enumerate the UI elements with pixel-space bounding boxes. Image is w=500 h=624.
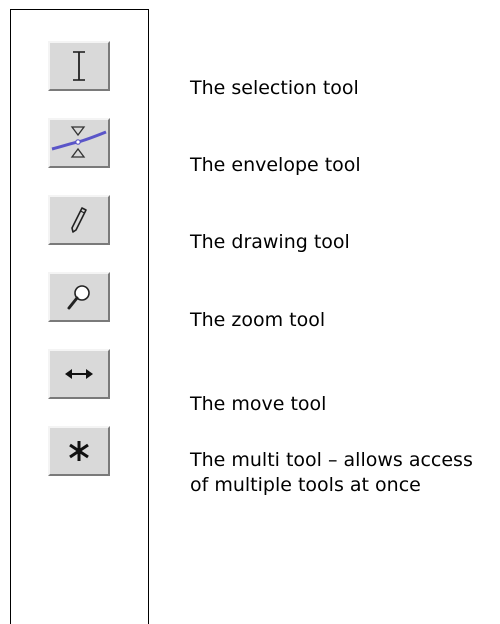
envelope-tool-button[interactable] (48, 118, 110, 168)
move-tool-button[interactable] (48, 349, 110, 399)
pencil-icon (71, 207, 87, 233)
multi-tool-button[interactable] (48, 426, 110, 476)
magnifier-icon (67, 285, 90, 310)
text-cursor-icon (73, 51, 85, 81)
toolbar-panel (10, 9, 149, 624)
zoom-tool-button[interactable] (48, 272, 110, 322)
envelope-tool-label: The envelope tool (190, 154, 361, 176)
drawing-tool-label: The drawing tool (190, 231, 350, 253)
selection-tool-button[interactable] (48, 41, 110, 91)
drawing-tool-button[interactable] (48, 195, 110, 245)
asterisk-icon (69, 441, 89, 461)
selection-tool-label: The selection tool (190, 77, 359, 99)
multi-tool-label: The multi tool – allows access of multip… (190, 449, 473, 496)
envelope-icon (51, 126, 107, 158)
zoom-tool-label: The zoom tool (190, 309, 326, 331)
horizontal-arrows-icon (65, 369, 93, 379)
move-tool-label: The move tool (190, 393, 327, 415)
